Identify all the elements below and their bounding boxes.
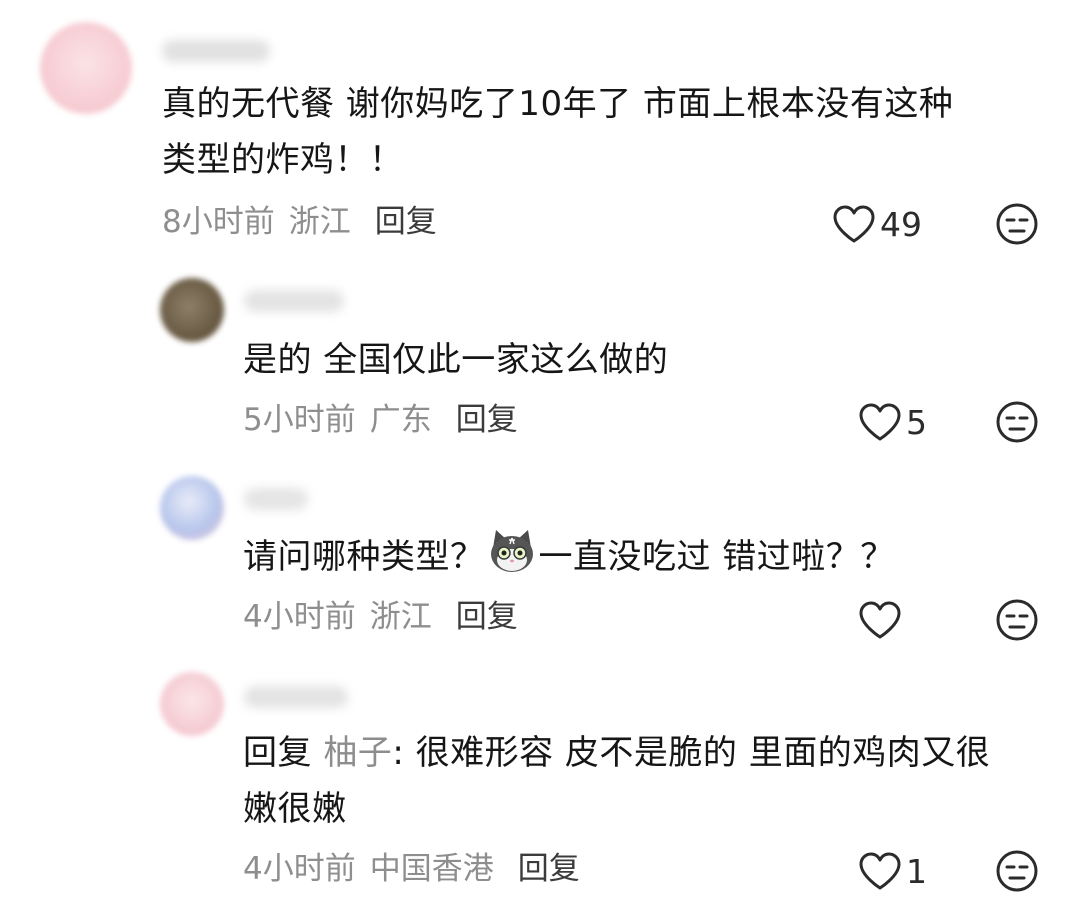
comment-meta: 4小时前 浙江 回复 bbox=[243, 597, 518, 637]
comment-text: 是的 全国仅此一家这么做的 bbox=[243, 332, 668, 388]
comment-text: 回复 柚子: 很难形容 皮不是脆的 里面的鸡肉又很 嫩很嫩 bbox=[243, 725, 990, 837]
heart-outline-icon bbox=[859, 852, 901, 890]
reply-button[interactable]: 回复 bbox=[375, 204, 437, 240]
avatar[interactable] bbox=[160, 278, 224, 342]
username-blurred[interactable] bbox=[244, 488, 308, 510]
timestamp: 5小时前 bbox=[243, 402, 356, 438]
comment-text-segment: 一直没吃过 错过啦？？ bbox=[538, 537, 895, 577]
comment-text-line: 嫩很嫩 bbox=[243, 789, 347, 829]
reply-prefix: 回复 bbox=[243, 733, 324, 773]
like-count: 5 bbox=[906, 402, 927, 442]
comment-meta: 4小时前 中国香港 回复 bbox=[243, 849, 580, 889]
like-button[interactable] bbox=[858, 598, 906, 642]
mention-link[interactable]: 柚子 bbox=[323, 733, 392, 773]
comment-text-line: 请问哪种类型？ 一直没吃过 错过啦？？ bbox=[243, 528, 895, 585]
like-count: 1 bbox=[906, 851, 927, 891]
comment-text-line: 是的 全国仅此一家这么做的 bbox=[243, 340, 669, 380]
location: 中国香港 bbox=[369, 851, 494, 887]
comment-text: 真的无代餐 谢你妈吃了10年了 市面上根本没有这种 类型的炸鸡！！ bbox=[162, 76, 953, 188]
heart-outline-icon bbox=[833, 205, 875, 243]
location: 浙江 bbox=[369, 599, 432, 635]
heart-outline-icon bbox=[859, 403, 901, 441]
reply-button[interactable]: 回复 bbox=[456, 599, 518, 635]
username-blurred[interactable] bbox=[244, 290, 344, 312]
timestamp: 4小时前 bbox=[243, 599, 356, 635]
neutral-face-icon[interactable] bbox=[995, 400, 1039, 444]
like-button[interactable]: 1 bbox=[858, 849, 927, 893]
heart-outline-icon bbox=[859, 601, 901, 639]
comment-text-line: 类型的炸鸡！！ bbox=[162, 140, 404, 180]
avatar[interactable] bbox=[160, 672, 224, 736]
comment-text-line: 真的无代餐 谢你妈吃了10年了 市面上根本没有这种 bbox=[162, 84, 954, 124]
comment-text: 请问哪种类型？ 一直没吃过 错过啦？？ bbox=[243, 528, 895, 585]
neutral-face-icon[interactable] bbox=[995, 849, 1039, 893]
location: 浙江 bbox=[288, 204, 351, 240]
comment-meta: 5小时前 广东 回复 bbox=[243, 400, 518, 440]
timestamp: 4小时前 bbox=[243, 851, 356, 887]
neutral-face-icon[interactable] bbox=[995, 202, 1039, 246]
reply-button[interactable]: 回复 bbox=[518, 851, 580, 887]
cat-emoji-icon bbox=[490, 530, 533, 572]
username-blurred[interactable] bbox=[162, 40, 270, 62]
comment-text-line: 回复 柚子: 很难形容 皮不是脆的 里面的鸡肉又很 bbox=[243, 725, 990, 781]
reply-button[interactable]: 回复 bbox=[456, 402, 518, 438]
username-blurred[interactable] bbox=[244, 686, 348, 708]
avatar[interactable] bbox=[160, 476, 224, 540]
avatar[interactable] bbox=[40, 22, 132, 114]
comment-text-segment: : 很难形容 皮不是脆的 里面的鸡肉又很 bbox=[392, 733, 991, 773]
neutral-face-icon[interactable] bbox=[995, 598, 1039, 642]
like-button[interactable]: 49 bbox=[832, 202, 922, 246]
timestamp: 8小时前 bbox=[162, 204, 275, 240]
like-button[interactable]: 5 bbox=[858, 400, 927, 444]
like-count: 49 bbox=[880, 204, 922, 244]
comment-text-segment: 请问哪种类型？ bbox=[243, 537, 485, 577]
location: 广东 bbox=[369, 402, 432, 438]
comment-meta: 8小时前 浙江 回复 bbox=[162, 202, 437, 242]
